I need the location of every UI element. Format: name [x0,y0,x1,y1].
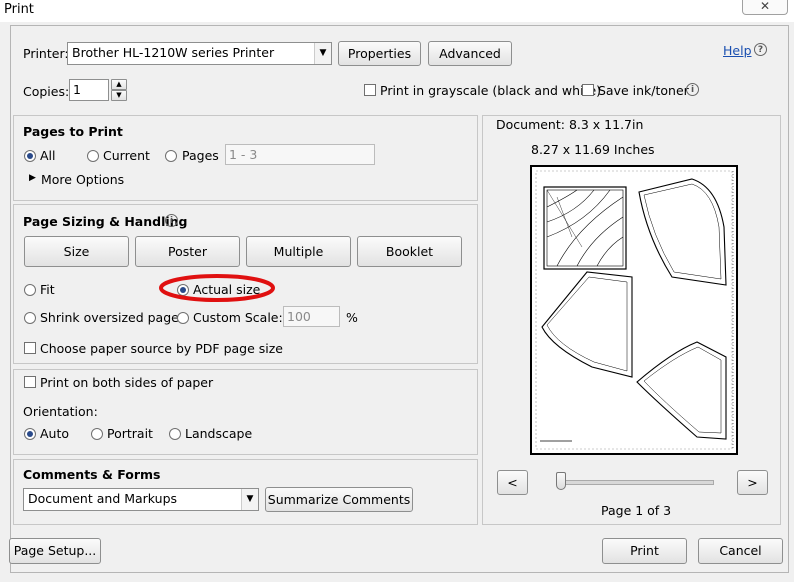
info-icon[interactable]: i [165,214,178,227]
multiple-button[interactable]: Multiple [246,236,351,267]
printer-select-value: Brother HL-1210W series Printer [72,45,275,60]
grayscale-checkbox[interactable] [364,84,376,96]
more-options-link[interactable]: More Options [41,172,124,187]
page-slider-track[interactable] [556,480,714,485]
chevron-up-icon: ▲ [116,80,122,88]
shrink-label: Shrink oversized pages [40,310,186,325]
copies-label: Copies: [23,84,70,99]
help-icon[interactable]: ? [754,43,767,56]
help-link[interactable]: Help [723,43,752,58]
percent-label: % [346,310,358,325]
page-size-label: 8.27 x 11.69 Inches [531,142,655,157]
booklet-button[interactable]: Booklet [357,236,462,267]
pages-to-print-heading: Pages to Print [23,124,123,139]
previous-page-button[interactable]: < [497,470,528,495]
page-preview-image [535,170,734,450]
paper-source-checkbox[interactable] [24,342,36,354]
page-sizing-heading: Page Sizing & Handling [23,214,188,229]
red-circle-annotation [159,274,275,302]
current-page-radio[interactable] [87,150,99,162]
current-page-label: Current [103,148,150,163]
pages-range-label: Pages [182,148,219,163]
properties-button[interactable]: Properties [338,41,421,66]
custom-scale-radio[interactable] [177,312,189,324]
page-indicator: Page 1 of 3 [601,503,672,518]
document-size-label: Document: 8.3 x 11.7in [496,117,644,132]
portrait-radio[interactable] [91,428,103,440]
comments-forms-select[interactable]: Document and Markups ▼ [23,488,259,511]
custom-scale-label: Custom Scale: [193,310,283,325]
shrink-radio[interactable] [24,312,36,324]
info-icon[interactable]: i [686,83,699,96]
landscape-label: Landscape [185,426,253,441]
print-button[interactable]: Print [602,538,687,564]
summarize-comments-button[interactable]: Summarize Comments [265,487,413,512]
chevron-down-icon: ▼ [241,489,258,510]
expand-triangle-icon[interactable]: ▶ [29,173,36,183]
title-bar [0,0,794,22]
copies-increment[interactable]: ▲ [111,79,127,90]
comments-forms-heading: Comments & Forms [23,467,161,482]
page-preview [530,165,738,455]
custom-scale-input[interactable]: 100 [283,306,340,327]
printer-label: Printer: [23,46,69,61]
auto-orientation-radio[interactable] [24,428,36,440]
orientation-label: Orientation: [23,404,98,419]
advanced-button[interactable]: Advanced [428,41,512,66]
auto-orientation-label: Auto [40,426,70,441]
portrait-label: Portrait [107,426,153,441]
pages-range-radio[interactable] [165,150,177,162]
landscape-radio[interactable] [169,428,181,440]
page-slider-thumb[interactable] [556,472,566,490]
all-pages-label: All [40,148,56,163]
save-ink-label: Save ink/toner [598,83,689,98]
window-title: Print [4,2,34,17]
comments-forms-select-value: Document and Markups [28,491,178,506]
fit-radio[interactable] [24,284,36,296]
size-button[interactable]: Size [24,236,129,267]
pages-range-input[interactable]: 1 - 3 [225,144,375,165]
close-button[interactable]: ✕ [742,0,788,15]
fit-label: Fit [40,282,55,297]
copies-input[interactable]: 1 [69,79,109,101]
chevron-down-icon: ▼ [314,43,331,64]
both-sides-label: Print on both sides of paper [40,375,214,390]
poster-button[interactable]: Poster [135,236,240,267]
save-ink-checkbox[interactable] [582,84,594,96]
chevron-down-icon: ▼ [116,91,122,99]
grayscale-label: Print in grayscale (black and white) [380,83,602,98]
all-pages-radio[interactable] [24,150,36,162]
page-setup-button[interactable]: Page Setup... [9,538,101,564]
close-icon: ✕ [759,0,771,13]
copies-decrement[interactable]: ▼ [111,90,127,101]
next-page-button[interactable]: > [737,470,768,495]
paper-source-label: Choose paper source by PDF page size [40,341,283,356]
printer-select[interactable]: Brother HL-1210W series Printer ▼ [67,42,332,65]
cancel-button[interactable]: Cancel [698,538,783,564]
both-sides-checkbox[interactable] [24,376,36,388]
